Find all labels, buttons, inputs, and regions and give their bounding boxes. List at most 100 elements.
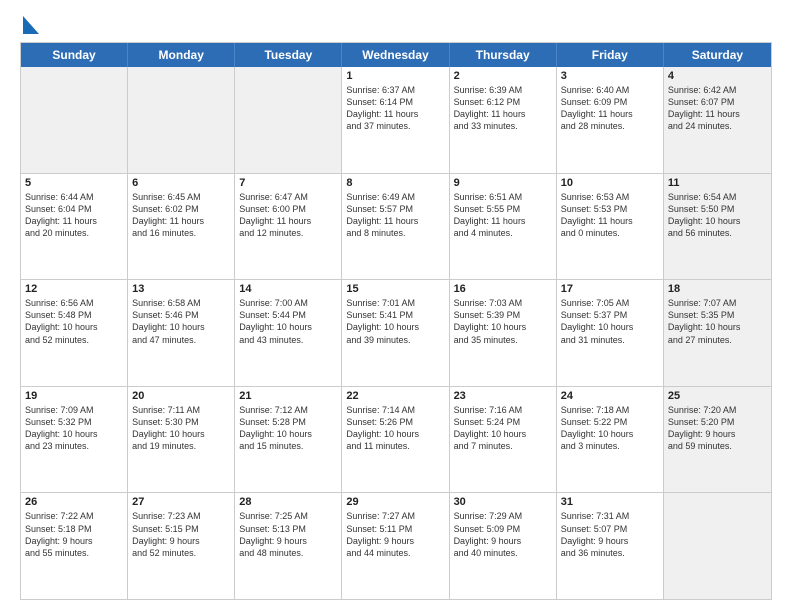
calendar-body: 1 Sunrise: 6:37 AM Sunset: 6:14 PM Daylig… <box>21 67 771 599</box>
calendar-day-16: 16 Sunrise: 7:03 AM Sunset: 5:39 PM Dayli… <box>450 280 557 386</box>
header <box>20 16 772 34</box>
calendar-day-31: 31Sunrise: 7:31 AM Sunset: 5:07 PM Dayli… <box>557 493 664 599</box>
day-info: Sunrise: 7:31 AM Sunset: 5:07 PM Dayligh… <box>561 510 659 559</box>
day-info: Sunrise: 7:18 AM Sunset: 5:22 PM Dayligh… <box>561 404 659 453</box>
calendar-day-27: 27 Sunrise: 7:23 AM Sunset: 5:15 PM Dayli… <box>128 493 235 599</box>
day-number: 15 <box>346 283 444 295</box>
day-info: Sunrise: 6:51 AM Sunset: 5:55 PM Dayligh… <box>454 191 552 240</box>
calendar-week-4: 19 Sunrise: 7:09 AM Sunset: 5:32 PM Dayli… <box>21 387 771 494</box>
day-number: 28 <box>239 496 337 508</box>
day-info: Sunrise: 6:58 AM Sunset: 5:46 PM Dayligh… <box>132 297 230 346</box>
calendar-day-2: 2 Sunrise: 6:39 AM Sunset: 6:12 PM Daylig… <box>450 67 557 173</box>
day-number: 11 <box>668 177 767 189</box>
day-info: Sunrise: 6:47 AM Sunset: 6:00 PM Dayligh… <box>239 191 337 240</box>
day-number: 12 <box>25 283 123 295</box>
calendar-day-9: 9 Sunrise: 6:51 AM Sunset: 5:55 PM Daylig… <box>450 174 557 280</box>
calendar-day-8: 8 Sunrise: 6:49 AM Sunset: 5:57 PM Daylig… <box>342 174 449 280</box>
day-info: Sunrise: 7:12 AM Sunset: 5:28 PM Dayligh… <box>239 404 337 453</box>
calendar-week-3: 12Sunrise: 6:56 AM Sunset: 5:48 PM Dayli… <box>21 280 771 387</box>
calendar: SundayMondayTuesdayWednesdayThursdayFrid… <box>20 42 772 600</box>
calendar-day-6: 6 Sunrise: 6:45 AM Sunset: 6:02 PM Daylig… <box>128 174 235 280</box>
day-number: 4 <box>668 70 767 82</box>
calendar-empty-cell <box>235 67 342 173</box>
day-header-thursday: Thursday <box>450 43 557 67</box>
calendar-day-20: 20 Sunrise: 7:11 AM Sunset: 5:30 PM Dayli… <box>128 387 235 493</box>
day-info: Sunrise: 6:40 AM Sunset: 6:09 PM Dayligh… <box>561 84 659 133</box>
day-info: Sunrise: 6:45 AM Sunset: 6:02 PM Dayligh… <box>132 191 230 240</box>
calendar-day-30: 30 Sunrise: 7:29 AM Sunset: 5:09 PM Dayli… <box>450 493 557 599</box>
day-number: 2 <box>454 70 552 82</box>
day-info: Sunrise: 7:20 AM Sunset: 5:20 PM Dayligh… <box>668 404 767 453</box>
calendar-day-17: 17 Sunrise: 7:05 AM Sunset: 5:37 PM Dayli… <box>557 280 664 386</box>
day-info: Sunrise: 7:05 AM Sunset: 5:37 PM Dayligh… <box>561 297 659 346</box>
day-info: Sunrise: 6:44 AM Sunset: 6:04 PM Dayligh… <box>25 191 123 240</box>
calendar-day-11: 11 Sunrise: 6:54 AM Sunset: 5:50 PM Dayli… <box>664 174 771 280</box>
day-number: 30 <box>454 496 552 508</box>
day-info: Sunrise: 6:42 AM Sunset: 6:07 PM Dayligh… <box>668 84 767 133</box>
day-info: Sunrise: 7:16 AM Sunset: 5:24 PM Dayligh… <box>454 404 552 453</box>
day-info: Sunrise: 6:37 AM Sunset: 6:14 PM Dayligh… <box>346 84 444 133</box>
calendar-empty-cell <box>664 493 771 599</box>
day-number: 1 <box>346 70 444 82</box>
day-info: Sunrise: 6:54 AM Sunset: 5:50 PM Dayligh… <box>668 191 767 240</box>
day-info: Sunrise: 7:22 AM Sunset: 5:18 PM Dayligh… <box>25 510 123 559</box>
day-info: Sunrise: 7:03 AM Sunset: 5:39 PM Dayligh… <box>454 297 552 346</box>
day-header-wednesday: Wednesday <box>342 43 449 67</box>
day-number: 17 <box>561 283 659 295</box>
day-number: 16 <box>454 283 552 295</box>
calendar-day-24: 24Sunrise: 7:18 AM Sunset: 5:22 PM Dayli… <box>557 387 664 493</box>
calendar-day-22: 22 Sunrise: 7:14 AM Sunset: 5:26 PM Dayli… <box>342 387 449 493</box>
day-info: Sunrise: 7:14 AM Sunset: 5:26 PM Dayligh… <box>346 404 444 453</box>
day-info: Sunrise: 7:29 AM Sunset: 5:09 PM Dayligh… <box>454 510 552 559</box>
calendar-day-28: 28 Sunrise: 7:25 AM Sunset: 5:13 PM Dayli… <box>235 493 342 599</box>
day-number: 5 <box>25 177 123 189</box>
calendar-header: SundayMondayTuesdayWednesdayThursdayFrid… <box>21 43 771 67</box>
day-info: Sunrise: 7:07 AM Sunset: 5:35 PM Dayligh… <box>668 297 767 346</box>
calendar-day-18: 18 Sunrise: 7:07 AM Sunset: 5:35 PM Dayli… <box>664 280 771 386</box>
calendar-week-2: 5 Sunrise: 6:44 AM Sunset: 6:04 PM Daylig… <box>21 174 771 281</box>
day-number: 22 <box>346 390 444 402</box>
day-number: 9 <box>454 177 552 189</box>
day-info: Sunrise: 7:23 AM Sunset: 5:15 PM Dayligh… <box>132 510 230 559</box>
day-number: 6 <box>132 177 230 189</box>
calendar-day-10: 10Sunrise: 6:53 AM Sunset: 5:53 PM Dayli… <box>557 174 664 280</box>
day-number: 26 <box>25 496 123 508</box>
day-header-monday: Monday <box>128 43 235 67</box>
day-number: 13 <box>132 283 230 295</box>
day-number: 3 <box>561 70 659 82</box>
day-number: 8 <box>346 177 444 189</box>
day-info: Sunrise: 7:11 AM Sunset: 5:30 PM Dayligh… <box>132 404 230 453</box>
day-header-tuesday: Tuesday <box>235 43 342 67</box>
day-header-friday: Friday <box>557 43 664 67</box>
calendar-day-4: 4 Sunrise: 6:42 AM Sunset: 6:07 PM Daylig… <box>664 67 771 173</box>
calendar-day-21: 21 Sunrise: 7:12 AM Sunset: 5:28 PM Dayli… <box>235 387 342 493</box>
day-number: 27 <box>132 496 230 508</box>
calendar-day-3: 3 Sunrise: 6:40 AM Sunset: 6:09 PM Daylig… <box>557 67 664 173</box>
page: SundayMondayTuesdayWednesdayThursdayFrid… <box>0 0 792 612</box>
day-number: 20 <box>132 390 230 402</box>
logo <box>20 16 39 34</box>
day-number: 18 <box>668 283 767 295</box>
day-info: Sunrise: 7:00 AM Sunset: 5:44 PM Dayligh… <box>239 297 337 346</box>
logo-triangle-icon <box>23 16 39 34</box>
calendar-day-13: 13 Sunrise: 6:58 AM Sunset: 5:46 PM Dayli… <box>128 280 235 386</box>
day-info: Sunrise: 6:39 AM Sunset: 6:12 PM Dayligh… <box>454 84 552 133</box>
calendar-week-5: 26 Sunrise: 7:22 AM Sunset: 5:18 PM Dayli… <box>21 493 771 599</box>
day-number: 21 <box>239 390 337 402</box>
day-number: 29 <box>346 496 444 508</box>
calendar-day-23: 23Sunrise: 7:16 AM Sunset: 5:24 PM Dayli… <box>450 387 557 493</box>
calendar-day-5: 5 Sunrise: 6:44 AM Sunset: 6:04 PM Daylig… <box>21 174 128 280</box>
day-info: Sunrise: 7:25 AM Sunset: 5:13 PM Dayligh… <box>239 510 337 559</box>
calendar-day-14: 14Sunrise: 7:00 AM Sunset: 5:44 PM Dayli… <box>235 280 342 386</box>
calendar-day-1: 1 Sunrise: 6:37 AM Sunset: 6:14 PM Daylig… <box>342 67 449 173</box>
calendar-day-25: 25Sunrise: 7:20 AM Sunset: 5:20 PM Dayli… <box>664 387 771 493</box>
day-info: Sunrise: 7:09 AM Sunset: 5:32 PM Dayligh… <box>25 404 123 453</box>
calendar-day-29: 29 Sunrise: 7:27 AM Sunset: 5:11 PM Dayli… <box>342 493 449 599</box>
day-info: Sunrise: 7:27 AM Sunset: 5:11 PM Dayligh… <box>346 510 444 559</box>
day-number: 19 <box>25 390 123 402</box>
day-number: 10 <box>561 177 659 189</box>
calendar-day-15: 15Sunrise: 7:01 AM Sunset: 5:41 PM Dayli… <box>342 280 449 386</box>
calendar-empty-cell <box>21 67 128 173</box>
day-info: Sunrise: 6:49 AM Sunset: 5:57 PM Dayligh… <box>346 191 444 240</box>
calendar-day-12: 12Sunrise: 6:56 AM Sunset: 5:48 PM Dayli… <box>21 280 128 386</box>
